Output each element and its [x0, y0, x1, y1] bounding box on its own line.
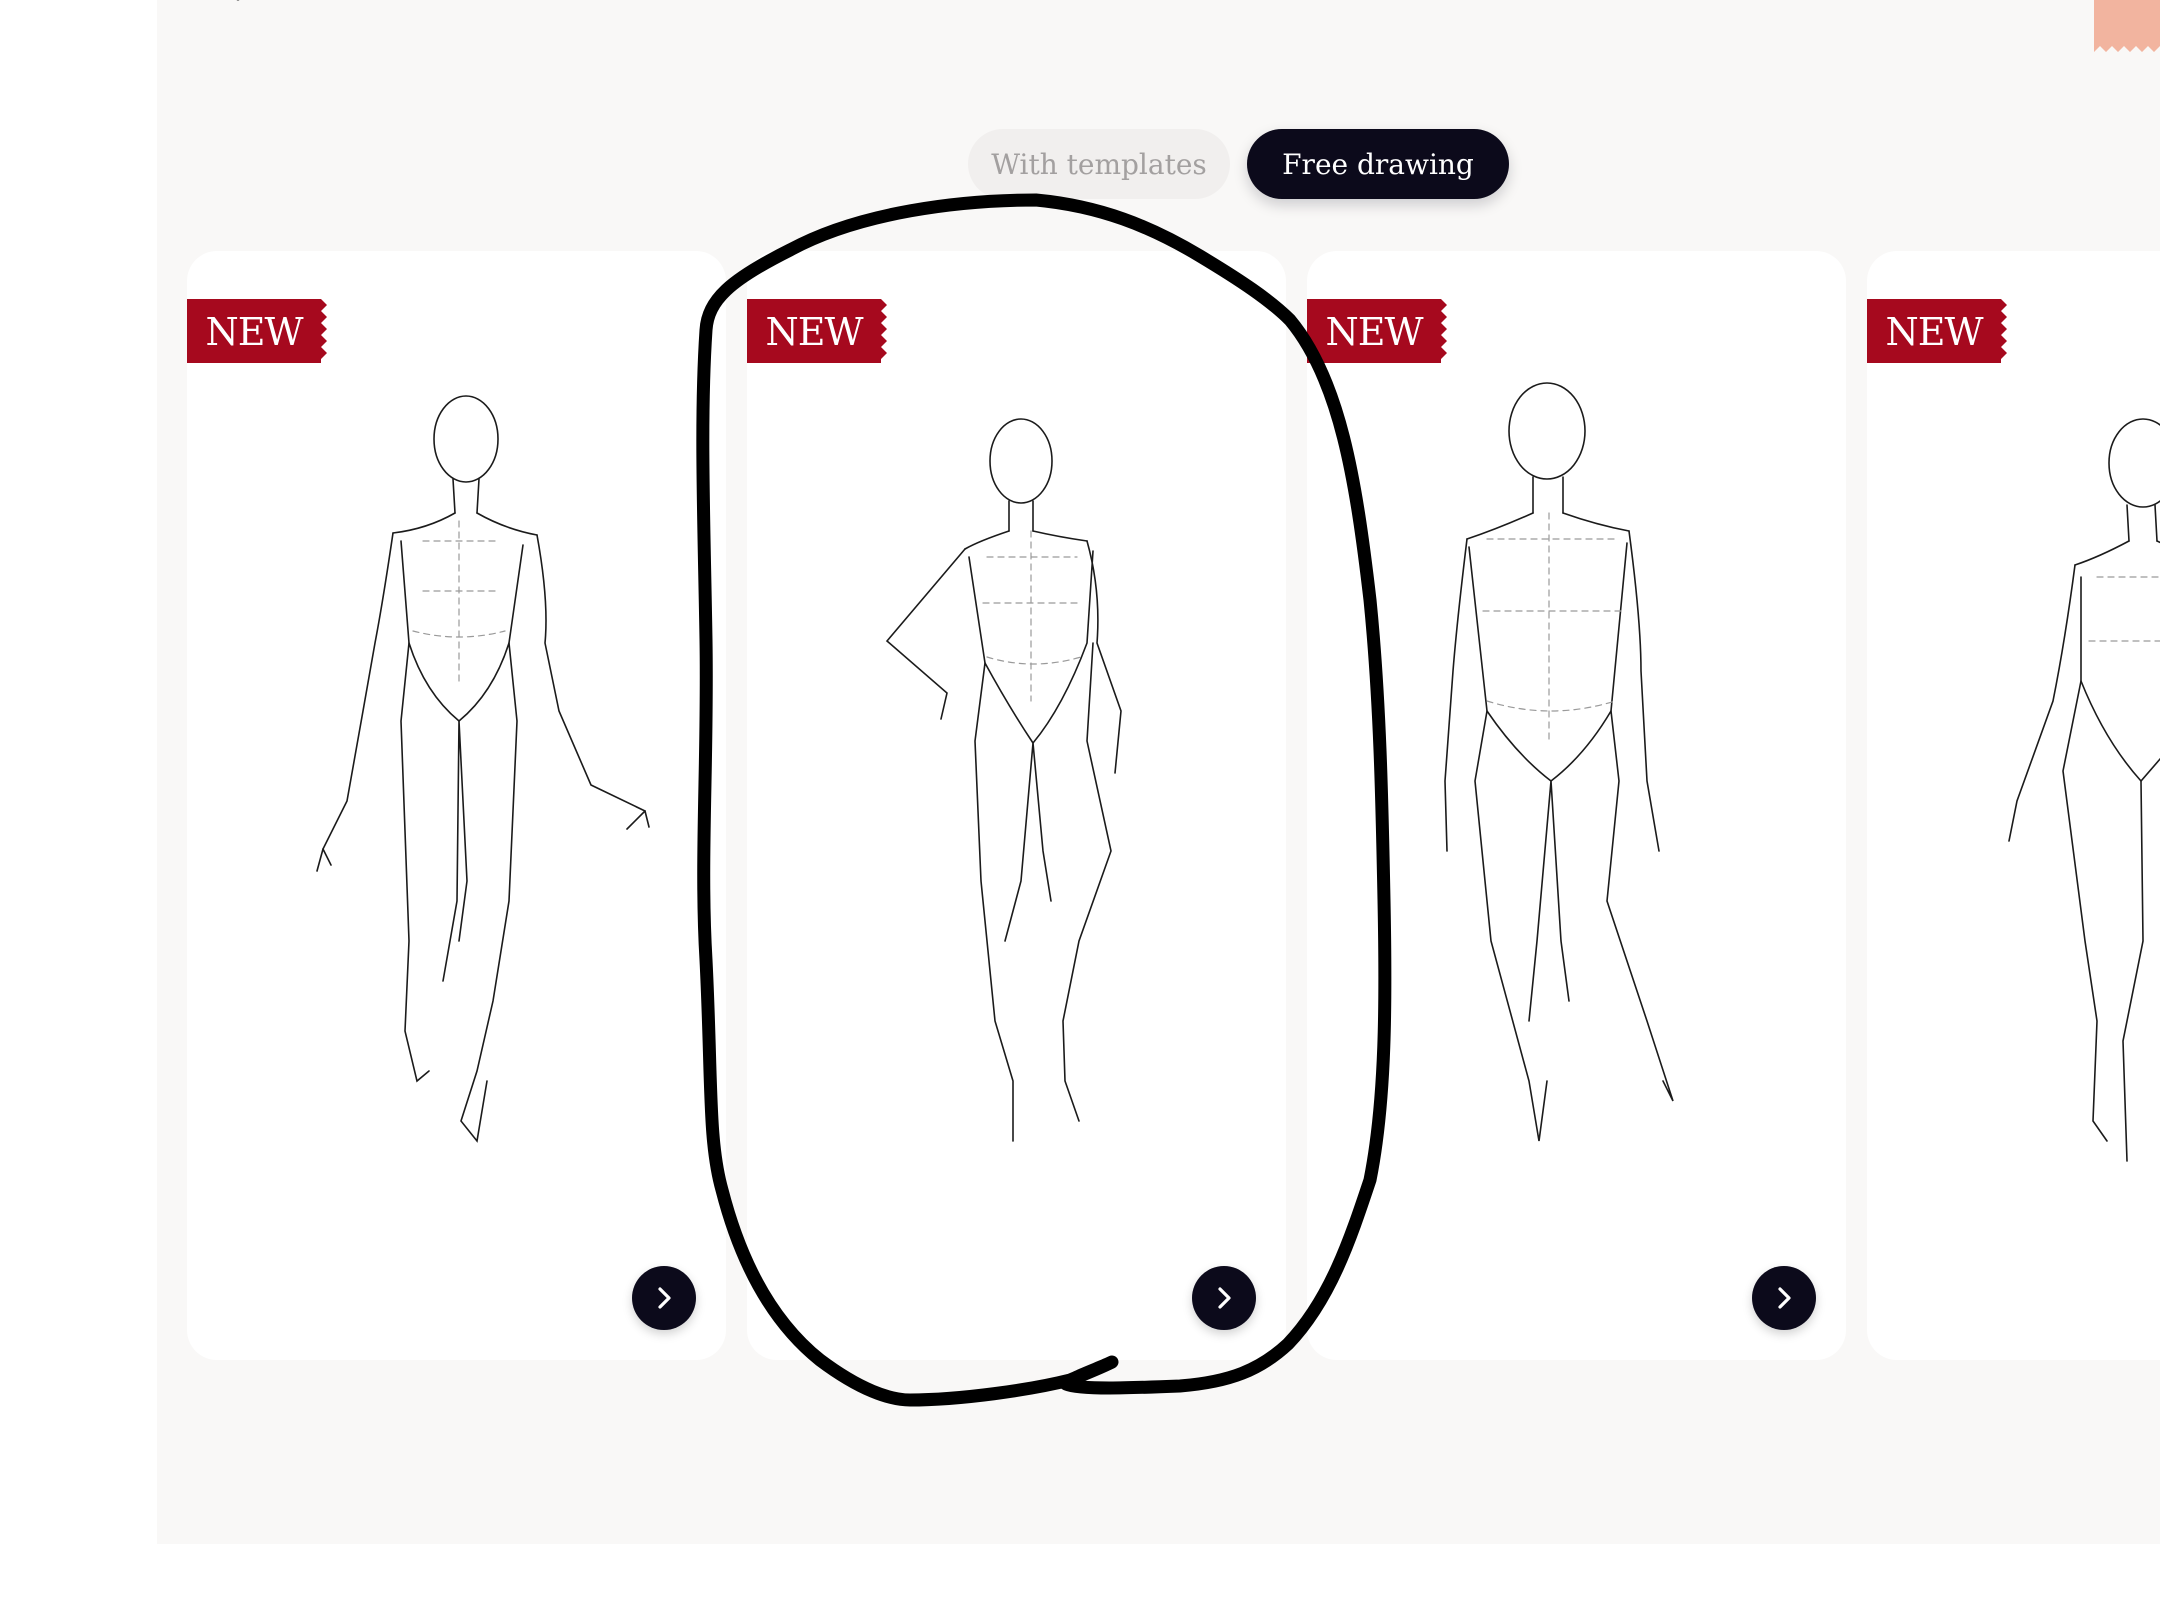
free-drawing-button[interactable]: Free drawing: [1247, 129, 1509, 199]
new-badge-label: NEW: [1885, 310, 1983, 354]
croquis-figure-hand-on-hip: [885, 418, 1122, 1142]
corner-tab-icon[interactable]: [2094, 0, 2160, 52]
with-templates-button[interactable]: With templates: [968, 129, 1230, 199]
main-panel: With templates Free drawing NEW NEW NEW …: [157, 0, 2160, 1544]
template-card[interactable]: NEW: [747, 251, 1286, 1360]
new-badge: NEW: [187, 299, 327, 363]
croquis-figure-front-walk: [316, 395, 650, 1143]
back-arrow-icon[interactable]: [198, 0, 258, 20]
next-button[interactable]: [1192, 1266, 1256, 1330]
new-badge: NEW: [1867, 299, 2007, 363]
next-button[interactable]: [1752, 1266, 1816, 1330]
croquis-figure-front-stand: [1444, 382, 1674, 1142]
next-button[interactable]: [632, 1266, 696, 1330]
template-card[interactable]: NEW: [1307, 251, 1846, 1360]
template-card[interactable]: NEW: [1867, 251, 2160, 1360]
new-badge-label: NEW: [205, 310, 303, 354]
chevron-right-icon: [658, 1287, 671, 1309]
chevron-right-icon: [1218, 1287, 1231, 1309]
new-badge-label: NEW: [765, 310, 863, 354]
chevron-right-icon: [1778, 1287, 1791, 1309]
template-card[interactable]: NEW: [187, 251, 726, 1360]
new-badge: NEW: [747, 299, 887, 363]
new-badge-label: NEW: [1325, 310, 1423, 354]
mode-toggle: With templates Free drawing: [968, 129, 1509, 201]
croquis-figure-side-walk: [2008, 418, 2160, 1162]
new-badge: NEW: [1307, 299, 1447, 363]
